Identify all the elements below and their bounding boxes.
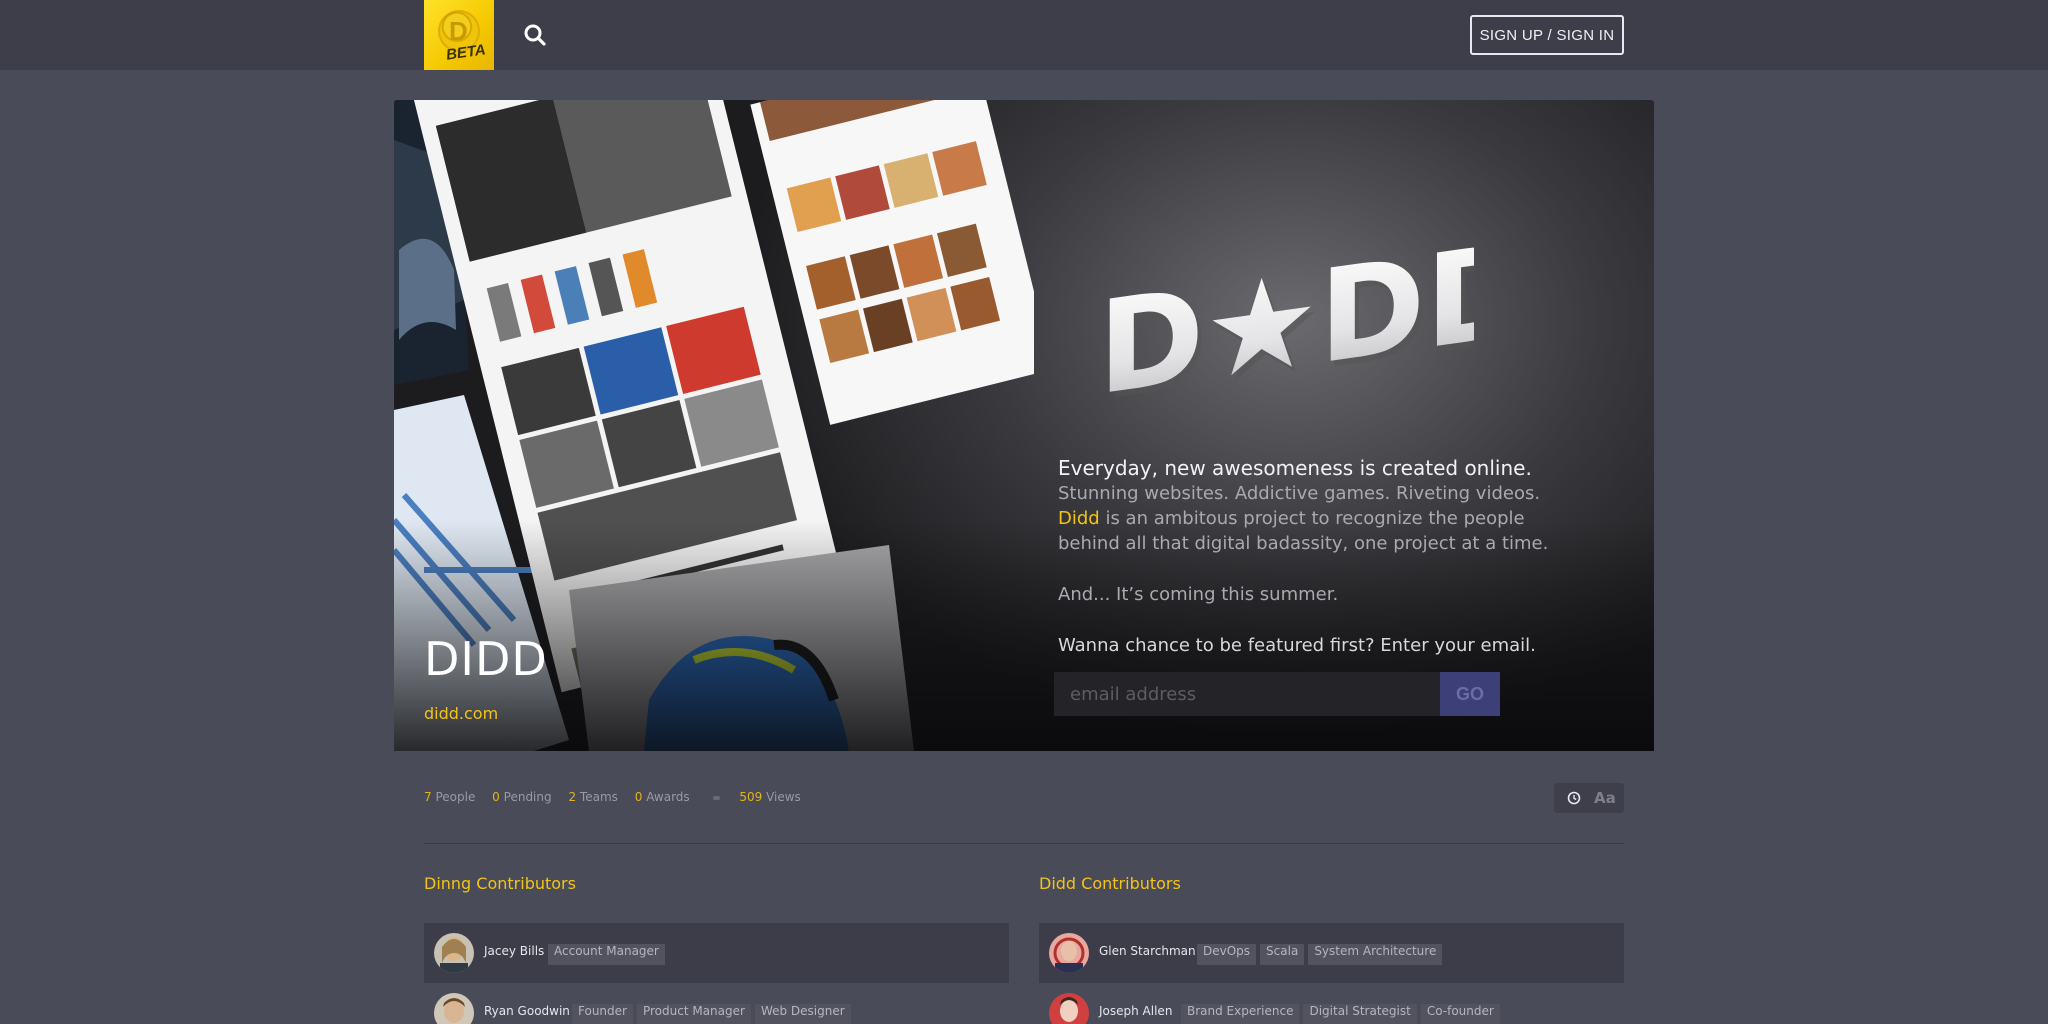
go-button[interactable]: GO (1440, 672, 1500, 716)
sign-up-sign-in-button[interactable]: SIGN UP / SIGN IN (1470, 15, 1624, 55)
coming-soon-text: And... It’s coming this summer. (1058, 584, 1339, 605)
avatar[interactable] (434, 993, 474, 1024)
role-tag[interactable]: System Architecture (1308, 944, 1443, 965)
email-signup-form: GO (1054, 672, 1500, 716)
contributor-row[interactable]: Jacey Bills Account Manager (424, 923, 1009, 983)
hero-banner: D★DD D★DD Everyday, new awesomeness is c… (394, 100, 1654, 751)
hero-line-4: behind all that digital badassity, one p… (1058, 533, 1549, 554)
stat-pending[interactable]: 0 Pending (492, 790, 551, 804)
role-tags: DevOps Scala System Architecture (1197, 942, 1446, 965)
role-tag[interactable]: Digital Strategist (1303, 1004, 1417, 1024)
stat-people[interactable]: 7 People (424, 790, 475, 804)
contributor-name[interactable]: Jacey Bills (484, 944, 544, 958)
section-divider (424, 843, 1624, 844)
left-column-title: Dinng Contributors (424, 874, 576, 893)
role-tag[interactable]: Founder (572, 1004, 633, 1024)
clock-icon[interactable] (1567, 791, 1581, 805)
hero-line-3: Didd is an ambitous project to recognize… (1058, 508, 1525, 529)
email-input[interactable] (1054, 672, 1440, 716)
stat-teams[interactable]: 2 Teams (568, 790, 617, 804)
role-tag[interactable]: Web Designer (754, 1004, 851, 1024)
contributor-name[interactable]: Glen Starchman (1099, 944, 1196, 958)
stat-awards[interactable]: 0 Awards (635, 790, 690, 804)
email-prompt: Wanna chance to be featured first? Enter… (1058, 635, 1536, 656)
view-tools: Aa (1554, 783, 1624, 813)
hero-pitch: Everyday, new awesomeness is created onl… (1058, 456, 1558, 658)
contributor-row[interactable]: Ryan Goodwin Founder Product Manager Web D… (424, 983, 1009, 1024)
role-tag[interactable]: DevOps (1197, 944, 1257, 965)
role-tag[interactable]: Brand Experience (1181, 1004, 1300, 1024)
site-logo[interactable]: D BETA (424, 0, 494, 70)
contributor-name[interactable]: Ryan Goodwin (484, 1004, 570, 1018)
role-tags: Brand Experience Digital Strategist Co-fou… (1181, 1002, 1504, 1024)
contributor-row[interactable]: Glen Starchman DevOps Scala System Archite… (1039, 923, 1624, 983)
font-size-toggle[interactable]: Aa (1594, 789, 1616, 807)
hero-lead: Everyday, new awesomeness is created onl… (1058, 456, 1532, 480)
role-tag[interactable]: Scala (1260, 944, 1305, 965)
right-column-title: Didd Contributors (1039, 874, 1181, 893)
stat-views: 509 Views (739, 790, 801, 804)
search-icon[interactable] (522, 22, 548, 48)
role-tag[interactable]: Account Manager (548, 944, 665, 965)
didd-brand-logo: D★DD D★DD (1098, 218, 1474, 408)
contributor-name[interactable]: Joseph Allen (1099, 1004, 1172, 1018)
didd-highlight: Didd (1058, 508, 1100, 529)
logo-letter: D (449, 16, 468, 46)
avatar[interactable] (1049, 933, 1089, 973)
contributor-row[interactable]: Joseph Allen Brand Experience Digital Str… (1039, 983, 1624, 1024)
avatar[interactable] (1049, 993, 1089, 1024)
project-stats: 7 People 0 Pending 2 Teams 0 Awards 509 … (424, 790, 814, 806)
avatar[interactable] (434, 933, 474, 973)
hero-line-2: Stunning websites. Addictive games. Rive… (1058, 483, 1541, 504)
project-title: DIDD (424, 632, 548, 686)
role-tag[interactable]: Co-founder (1420, 1004, 1500, 1024)
role-tag[interactable]: Product Manager (636, 1004, 751, 1024)
eye-icon (712, 795, 720, 800)
project-url-link[interactable]: didd.com (424, 704, 498, 723)
top-bar: D BETA SIGN UP / SIGN IN (0, 0, 2048, 70)
role-tags: Founder Product Manager Web Designer (572, 1002, 855, 1024)
role-tags: Account Manager (548, 942, 669, 965)
